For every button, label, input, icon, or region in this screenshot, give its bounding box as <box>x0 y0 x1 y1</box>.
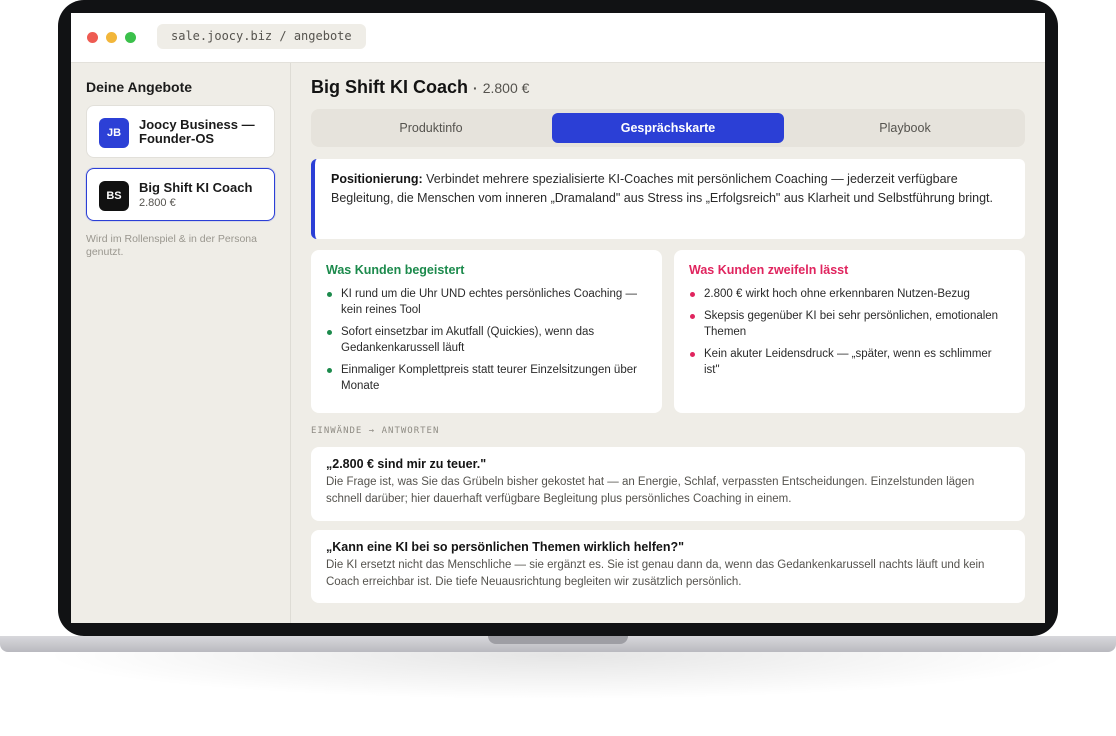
product-price: 2.800 € <box>482 80 530 96</box>
list-item: 2.800 € wirkt hoch ohne erkennbaren Nutz… <box>689 286 1010 302</box>
close-window-button[interactable] <box>87 32 98 43</box>
offer-name: Big Shift KI Coach <box>139 180 253 195</box>
sidebar-note: Wird im Rollenspiel & in der Persona gen… <box>86 233 257 258</box>
objection-answer: Die KI ersetzt nicht das Menschliche — s… <box>326 559 985 588</box>
tab-produktinfo[interactable]: Produktinfo <box>315 113 547 143</box>
cons-card: Was Kunden zweifeln lässt 2.800 € wirkt … <box>674 250 1025 413</box>
offer-card-joocy-business[interactable]: JB Joocy Business — Founder-OS <box>86 105 275 158</box>
list-item: KI rund um die Uhr UND echtes persönlich… <box>326 286 647 318</box>
offer-name: Joocy Business — Founder-OS <box>139 117 255 146</box>
positioning-text: Verbindet mehrere spezialisierte KI-Coac… <box>331 172 993 205</box>
url-bar[interactable]: sale.joocy.biz / angebote <box>157 24 366 49</box>
tab-gespraechskarte[interactable]: Gesprächskarte <box>552 113 784 143</box>
objections-section-label: EINWÄNDE → ANTWORTEN <box>311 426 440 436</box>
sidebar: Deine Angebote JB Joocy Business — Found… <box>71 63 291 623</box>
objection-question: „Kann eine KI bei so persönlichen Themen… <box>326 540 685 554</box>
positioning-label: Positionierung: <box>331 172 423 186</box>
product-title: Big Shift KI Coach <box>311 77 468 97</box>
objection-question: „2.800 € sind mir zu teuer." <box>326 457 487 471</box>
bullet-dot <box>327 292 332 297</box>
bullet-dot <box>690 292 695 297</box>
minimize-window-button[interactable] <box>106 32 117 43</box>
bullet-dot <box>690 314 695 319</box>
list-item-text: 2.800 € wirkt hoch ohne erkennbaren Nutz… <box>704 288 970 300</box>
list-item-text: Sofort einsetzbar im Akutfall (Quickies)… <box>341 326 595 354</box>
main-content: Big Shift KI Coach · 2.800 € Produktinfo… <box>311 63 1025 623</box>
list-item: Kein akuter Leidensdruck — „später, wenn… <box>689 346 1010 378</box>
cons-title: Was Kunden zweifeln lässt <box>689 263 849 277</box>
bullet-dot <box>327 368 332 373</box>
tab-playbook[interactable]: Playbook <box>789 113 1021 143</box>
objection-card: „2.800 € sind mir zu teuer." Die Frage i… <box>311 447 1025 521</box>
title-separator: · <box>473 80 478 96</box>
sidebar-title: Deine Angebote <box>86 79 193 95</box>
list-item-text: Einmaliger Komplettpreis statt teurer Ei… <box>341 364 637 392</box>
list-item: Skepsis gegenüber KI bei sehr persönlich… <box>689 308 1010 340</box>
pros-title: Was Kunden begeistert <box>326 263 465 277</box>
list-item-text: Kein akuter Leidensdruck — „später, wenn… <box>704 348 992 376</box>
list-item-text: Skepsis gegenüber KI bei sehr persönlich… <box>704 310 999 338</box>
offer-avatar: BS <box>99 181 129 211</box>
window-titlebar: sale.joocy.biz / angebote <box>71 13 1045 63</box>
list-item: Einmaliger Komplettpreis statt teurer Ei… <box>326 362 647 394</box>
laptop-notch <box>488 636 628 644</box>
objection-answer: Die Frage ist, was Sie das Grübeln bishe… <box>326 476 975 505</box>
app-window: sale.joocy.biz / angebote Deine Angebote… <box>71 13 1045 623</box>
list-item: Sofort einsetzbar im Akutfall (Quickies)… <box>326 324 647 356</box>
bullet-dot <box>690 352 695 357</box>
objection-card: „Kann eine KI bei so persönlichen Themen… <box>311 530 1025 603</box>
offer-avatar: JB <box>99 118 129 148</box>
offer-card-big-shift[interactable]: BS Big Shift KI Coach 2.800 € <box>86 168 275 221</box>
page-title: Big Shift KI Coach · 2.800 € <box>311 77 529 98</box>
offer-price: 2.800 € <box>139 197 176 209</box>
bullet-dot <box>327 330 332 335</box>
pros-card: Was Kunden begeistert KI rund um die Uhr… <box>311 250 662 413</box>
maximize-window-button[interactable] <box>125 32 136 43</box>
tab-bar: Produktinfo Gesprächskarte Playbook <box>311 109 1025 147</box>
list-item-text: KI rund um die Uhr UND echtes persönlich… <box>341 288 637 316</box>
positioning-card: Positionierung: Verbindet mehrere spezia… <box>311 159 1025 239</box>
